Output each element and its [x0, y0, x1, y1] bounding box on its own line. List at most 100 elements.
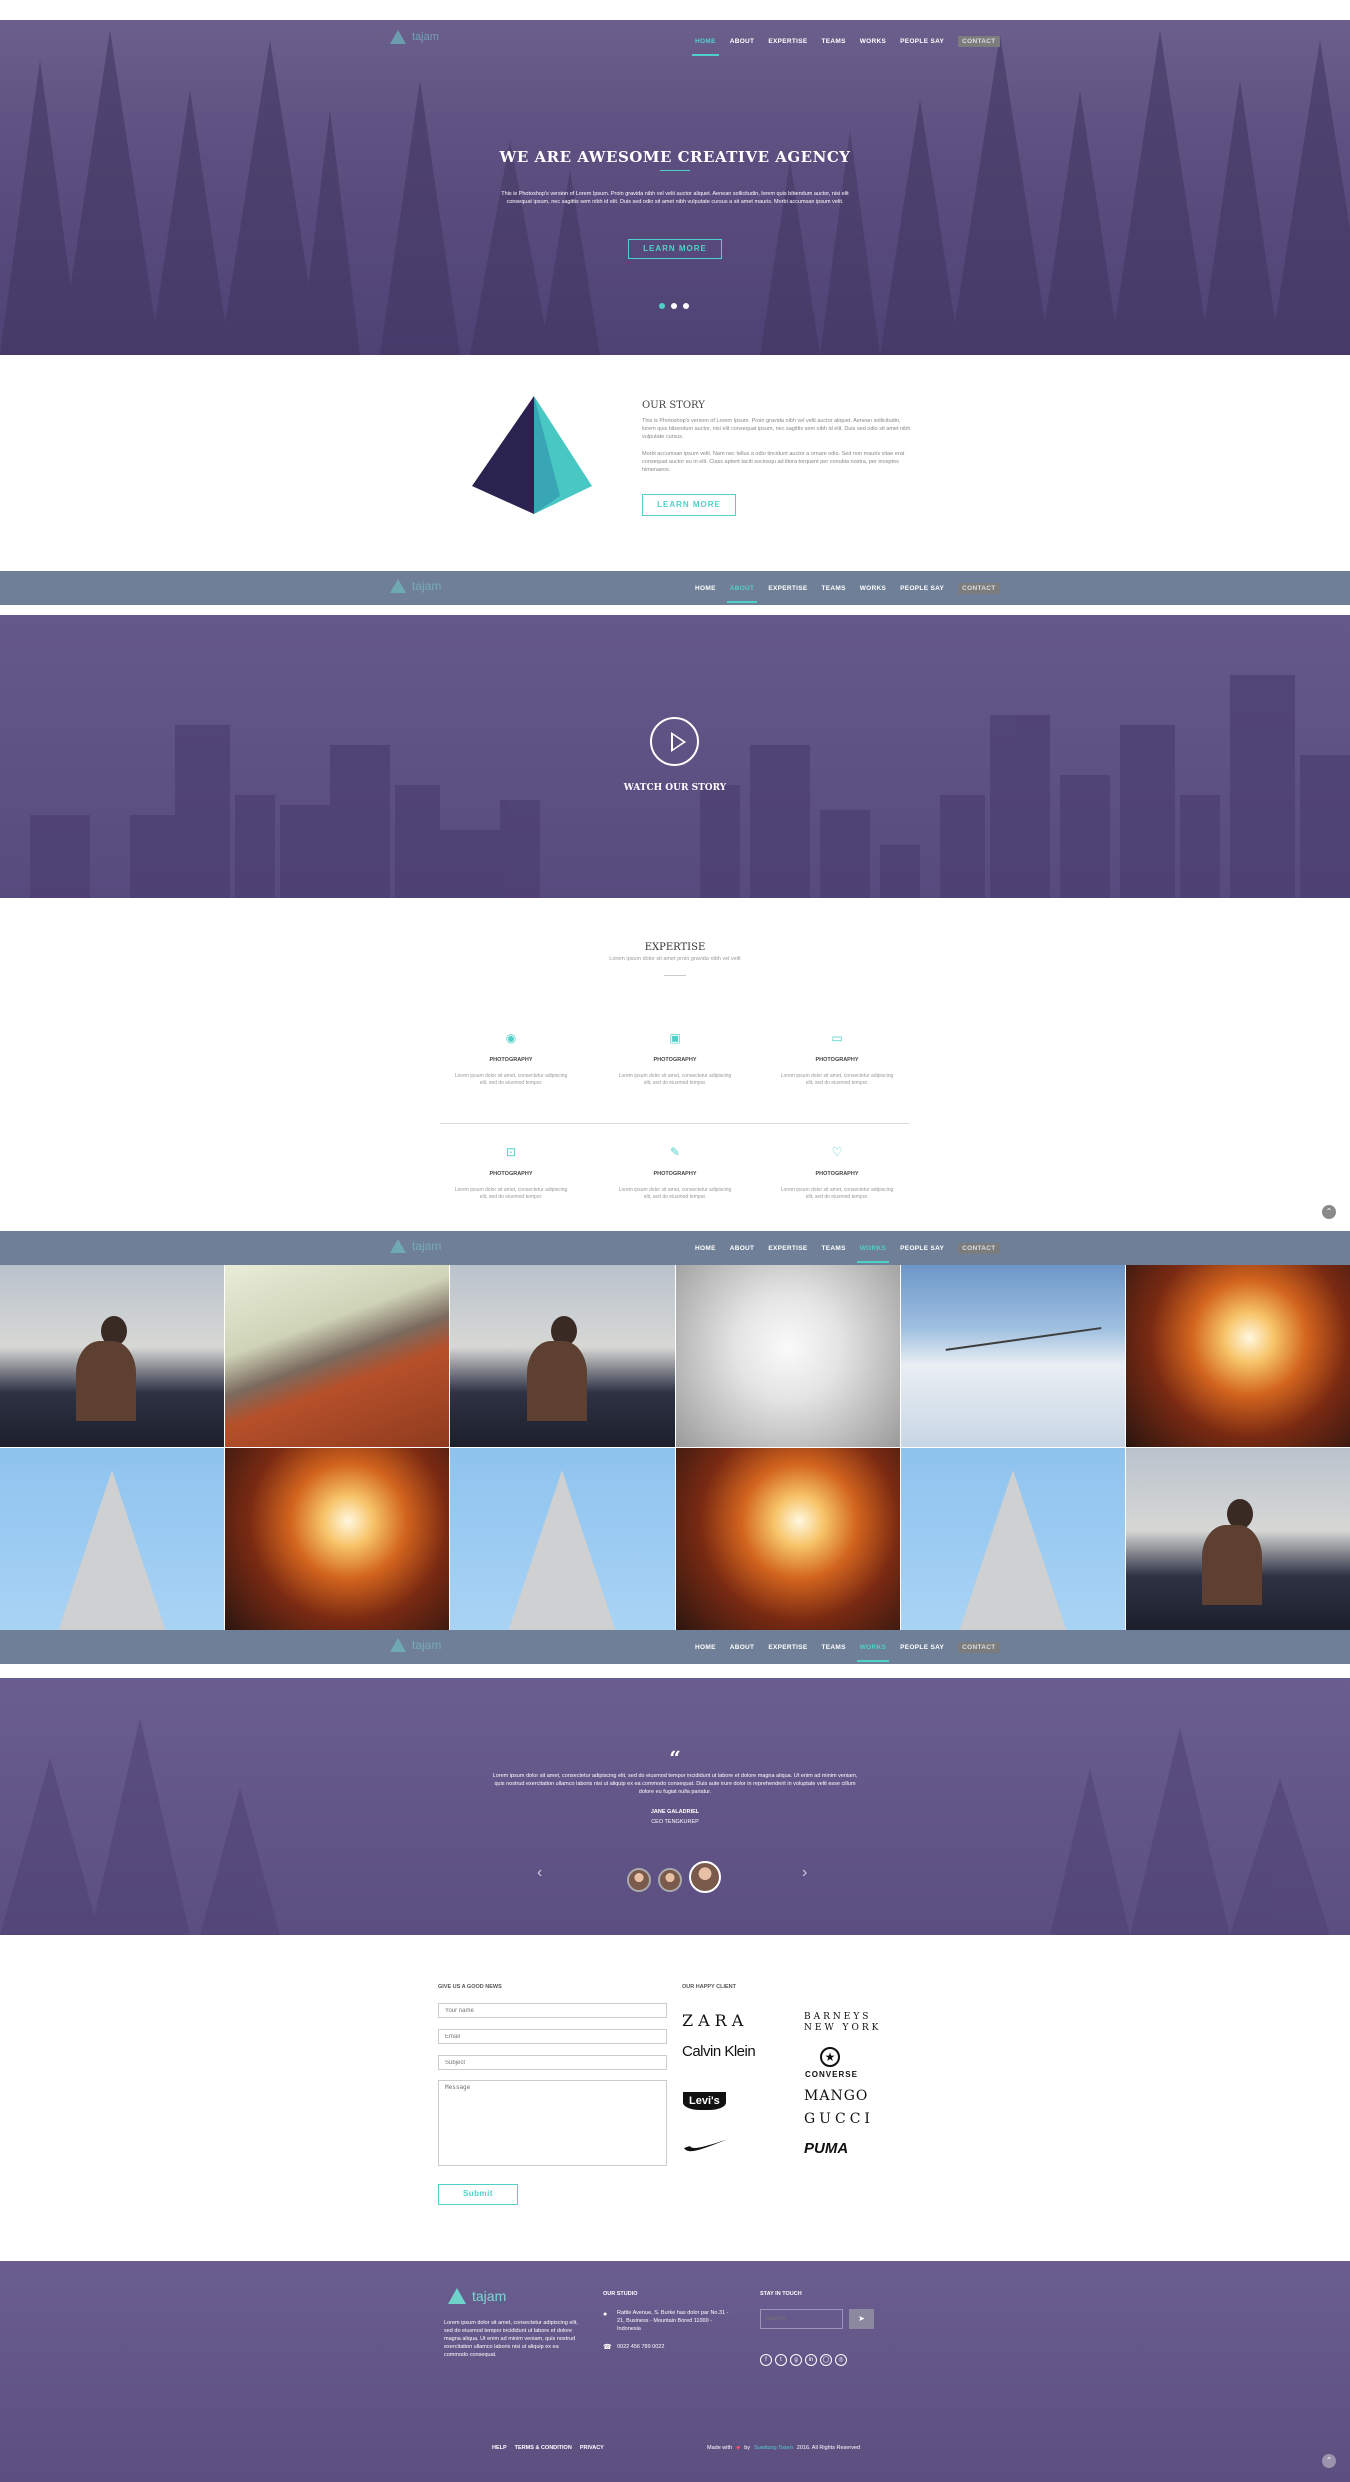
play-video-button[interactable]	[650, 717, 699, 766]
facebook-icon[interactable]: f	[760, 2354, 772, 2366]
submit-button[interactable]: Submit	[438, 2184, 518, 2205]
nav-item-teams[interactable]: TEAMS	[822, 1644, 846, 1651]
nav-item-works[interactable]: WORKS	[860, 38, 886, 45]
nav-logo[interactable]: tajam	[390, 1638, 441, 1652]
dribbble-icon[interactable]: ◎	[835, 2354, 847, 2366]
nav-item-about[interactable]: ABOUT	[730, 1644, 755, 1651]
nav-item-works[interactable]: WORKS	[860, 585, 886, 592]
subject-field[interactable]	[438, 2055, 667, 2070]
nav-item-expertise[interactable]: EXPERTISE	[768, 585, 807, 592]
avatar[interactable]	[658, 1868, 682, 1892]
gallery-photo-tunnel[interactable]	[225, 1448, 450, 1631]
footer-logo[interactable]: tajam	[448, 2288, 506, 2304]
story-learn-more-button[interactable]: LEARN MORE	[642, 494, 736, 516]
nav-item-people-say[interactable]: PEOPLE SAY	[900, 1644, 944, 1651]
nav-item-home[interactable]: HOME	[695, 585, 716, 592]
instagram-icon[interactable]: ◯	[820, 2354, 832, 2366]
nav-item-works[interactable]: WORKS	[856, 1245, 890, 1263]
footer: tajam Lorem ipsum dolor sit amet, consec…	[0, 2261, 1350, 2482]
nav-item-home[interactable]: HOME	[692, 38, 719, 56]
nav-item-teams[interactable]: TEAMS	[822, 38, 846, 45]
nav-logo[interactable]: tajam	[390, 1239, 441, 1253]
gallery-photo-dome[interactable]	[675, 1265, 900, 1447]
sticky-nav-about: tajam HOME ABOUT EXPERTISE TEAMS WORKS P…	[0, 571, 1350, 605]
footer-search-input[interactable]	[760, 2309, 843, 2329]
phone-icon: ☎	[603, 2344, 612, 2351]
nav-item-people-say[interactable]: PEOPLE SAY	[900, 585, 944, 592]
gallery-photo-tower[interactable]	[0, 1448, 225, 1631]
avatar-active[interactable]	[689, 1861, 721, 1893]
nav-item-teams[interactable]: TEAMS	[822, 585, 846, 592]
testimonial-name: JANE GALADRIEL	[650, 1809, 700, 1815]
brand-zara-logo: ZARA	[682, 2011, 749, 2030]
gallery-photo-tower[interactable]	[900, 1448, 1125, 1631]
gallery-photo-man-beach[interactable]	[0, 1265, 225, 1447]
nav-item-expertise[interactable]: EXPERTISE	[768, 1644, 807, 1651]
nav-menu: HOME ABOUT EXPERTISE TEAMS WORKS PEOPLE …	[695, 1231, 1000, 1265]
gallery-photo-tunnel[interactable]	[675, 1448, 900, 1631]
nav-item-works[interactable]: WORKS	[856, 1644, 890, 1662]
gallery-photo-man-beach[interactable]	[1125, 1448, 1350, 1631]
expertise-item-title: PHOTOGRAPHY	[653, 1057, 697, 1063]
footer-link-terms[interactable]: TERMS & CONDITION	[515, 2444, 572, 2452]
slider-dot[interactable]	[671, 303, 677, 309]
gallery-photo-bridge[interactable]	[900, 1265, 1125, 1447]
quote-icon: “	[669, 1746, 681, 1770]
nav-item-people-say[interactable]: PEOPLE SAY	[900, 38, 944, 45]
linkedin-icon[interactable]: in	[805, 2354, 817, 2366]
scroll-to-top-button[interactable]: ⌃	[1322, 1205, 1336, 1219]
slider-dot[interactable]	[683, 303, 689, 309]
nav-item-expertise[interactable]: EXPERTISE	[768, 1245, 807, 1252]
nav-item-contact[interactable]: CONTACT	[958, 582, 1000, 594]
expertise-item-title: PHOTOGRAPHY	[489, 1057, 533, 1063]
footer-search-button[interactable]: ➤	[849, 2309, 874, 2329]
slider-dot[interactable]	[659, 303, 665, 309]
nav-item-about[interactable]: ABOUT	[726, 585, 757, 603]
gallery-photo-man-beach[interactable]	[450, 1265, 675, 1447]
scroll-to-top-button[interactable]: ⌃	[1322, 2454, 1336, 2468]
nav-logo[interactable]: tajam	[390, 579, 441, 593]
hero-text: This is Photoshop's version of Lorem Ips…	[501, 191, 849, 205]
next-arrow-icon[interactable]: ›	[802, 1864, 807, 1882]
story-title: OUR STORY	[642, 400, 705, 411]
footer-link-privacy[interactable]: PRIVACY	[580, 2444, 604, 2452]
email-field[interactable]	[438, 2029, 667, 2044]
hero-section: tajam WE ARE AWESOME CREATIVE AGENCY Thi…	[0, 20, 1350, 355]
nav-menu: HOME ABOUT EXPERTISE TEAMS WORKS PEOPLE …	[695, 571, 1000, 605]
nav-item-contact[interactable]: CONTACT	[958, 1242, 1000, 1254]
prev-arrow-icon[interactable]: ‹	[537, 1864, 542, 1882]
footer-stay-title: STAY IN TOUCH	[760, 2291, 802, 2297]
nav-item-home[interactable]: HOME	[695, 1644, 716, 1651]
gallery-photo-tunnel[interactable]	[1125, 1265, 1350, 1447]
nav-item-about[interactable]: ABOUT	[730, 1245, 755, 1252]
nav-item-people-say[interactable]: PEOPLE SAY	[900, 1245, 944, 1252]
gallery-photo-architecture[interactable]	[225, 1265, 450, 1447]
avatar[interactable]	[627, 1868, 651, 1892]
twitter-icon[interactable]: t	[775, 2354, 787, 2366]
gallery-photo-tower[interactable]	[450, 1448, 675, 1631]
video-section: WATCH OUR STORY	[0, 615, 1350, 898]
expertise-item: ⊡ PHOTOGRAPHY Lorem ipsum dolor sit amet…	[451, 1145, 571, 1201]
nav-item-contact[interactable]: CONTACT	[958, 35, 1000, 47]
by-text: by	[744, 2445, 751, 2451]
logo-text: tajam	[412, 1239, 442, 1253]
nav-item-about[interactable]: ABOUT	[730, 38, 755, 45]
footer-author-link[interactable]: Suwitung Tosen	[754, 2444, 793, 2452]
brush-icon: ✎	[669, 1145, 681, 1159]
footer-link-help[interactable]: HELP	[492, 2444, 507, 2452]
brand-new-york-logo: NEW YORK	[804, 2023, 882, 2033]
google-plus-icon[interactable]: g	[790, 2354, 802, 2366]
camera-icon: ◉	[505, 1031, 517, 1045]
nav-item-teams[interactable]: TEAMS	[822, 1245, 846, 1252]
video-title: WATCH OUR STORY	[623, 783, 727, 793]
name-field[interactable]	[438, 2003, 667, 2018]
expertise-item: ▣ PHOTOGRAPHY Lorem ipsum dolor sit amet…	[615, 1031, 735, 1087]
hero-learn-more-button[interactable]: LEARN MORE	[628, 239, 722, 259]
expertise-row-divider	[440, 1123, 910, 1124]
expertise-item-title: PHOTOGRAPHY	[653, 1171, 697, 1177]
nav-item-expertise[interactable]: EXPERTISE	[768, 38, 807, 45]
footer-address: Rattle Avenue, S. Burke has dolor par No…	[617, 2310, 729, 2332]
nav-item-contact[interactable]: CONTACT	[958, 1641, 1000, 1653]
message-field[interactable]	[438, 2080, 667, 2166]
nav-item-home[interactable]: HOME	[695, 1245, 716, 1252]
